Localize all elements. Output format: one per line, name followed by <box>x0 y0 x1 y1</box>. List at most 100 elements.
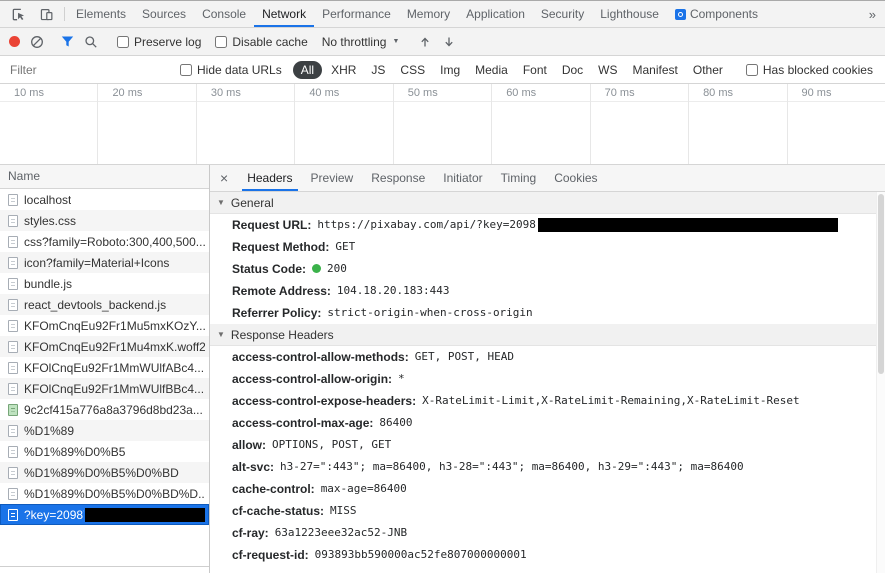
request-row[interactable]: bundle.js <box>0 273 209 294</box>
devtools-tab[interactable]: Application <box>458 1 533 27</box>
header-value: * <box>398 372 405 385</box>
preserve-log-checkbox[interactable]: Preserve log <box>117 35 201 49</box>
timeline-tick-label: 20 ms <box>112 87 143 99</box>
filter-input[interactable] <box>8 61 167 78</box>
scrollbar-thumb[interactable] <box>878 194 884 374</box>
checkbox[interactable] <box>745 63 758 76</box>
filter-pill[interactable]: CSS <box>394 61 431 79</box>
filter-pill[interactable]: Manifest <box>627 61 684 79</box>
devtools-tab[interactable]: Memory <box>399 1 458 27</box>
request-row[interactable]: %D1%89%D0%B5%D0%BD%D... <box>0 483 209 504</box>
checkbox[interactable] <box>215 35 228 48</box>
import-har-button[interactable] <box>413 35 437 49</box>
export-har-button[interactable] <box>437 35 461 49</box>
header-value: OPTIONS, POST, GET <box>272 438 392 451</box>
network-overview[interactable]: 10 ms 20 ms 30 ms 40 ms 50 ms 60 ms 70 m… <box>0 84 885 165</box>
request-row[interactable]: KFOmCnqEu92Fr1Mu5mxKOzY... <box>0 315 209 336</box>
request-row[interactable]: KFOlCnqEu92Fr1MmWUlfBBc4... <box>0 378 209 399</box>
request-row[interactable]: %D1%89%D0%B5 <box>0 441 209 462</box>
request-name: localhost <box>24 192 72 207</box>
timeline-tick-label: 70 ms <box>604 87 635 99</box>
header-row: alt-svc: h3-27=":443"; ma=86400, h3-28="… <box>210 456 885 478</box>
header-row: cache-control: max-age=86400 <box>210 478 885 500</box>
network-toolbar: Preserve log Disable cache No throttling… <box>0 28 885 56</box>
filter-pill[interactable]: WS <box>592 61 623 79</box>
request-row[interactable]: localhost <box>0 189 209 210</box>
filter-pill[interactable]: Img <box>434 61 466 79</box>
has-blocked-cookies-checkbox[interactable]: Has blocked cookies <box>745 63 873 77</box>
device-toolbar-icon[interactable] <box>34 7 59 22</box>
preserve-log-label: Preserve log <box>134 34 202 49</box>
details-tab[interactable]: Cookies <box>545 165 606 191</box>
timeline-tick-label: 40 ms <box>309 87 340 99</box>
filter-toggle-button[interactable] <box>56 35 79 48</box>
request-row[interactable]: react_devtools_backend.js <box>0 294 209 315</box>
filter-pill[interactable]: Media <box>469 61 514 79</box>
devtools-tab[interactable]: Security <box>533 1 592 27</box>
request-row[interactable]: icon?family=Material+Icons <box>0 252 209 273</box>
request-row[interactable]: css?family=Roboto:300,400,500... <box>0 231 209 252</box>
timeline-segment: 80 ms <box>688 84 786 164</box>
request-name: styles.css <box>24 213 77 228</box>
more-tabs-icon[interactable]: » <box>860 1 885 27</box>
filter-pill[interactable]: Font <box>517 61 553 79</box>
close-icon[interactable]: × <box>210 165 238 191</box>
filter-pill[interactable]: All <box>292 60 323 79</box>
header-row: Request Method: GET <box>210 236 885 258</box>
request-type-filters: All XHR JS CSS Img Media Font Doc WS Man… <box>292 60 729 79</box>
components-icon <box>674 8 686 20</box>
devtools-tab[interactable]: Sources <box>134 1 194 27</box>
devtools-tab[interactable]: Performance <box>314 1 399 27</box>
header-row: cf-ray: 63a1223eee32ac52-JNB <box>210 522 885 544</box>
timeline-segment: 70 ms <box>589 84 688 164</box>
checkbox[interactable] <box>180 63 192 76</box>
inspect-element-icon[interactable] <box>6 7 31 22</box>
hide-data-urls-checkbox[interactable]: Hide data URLs <box>180 63 282 77</box>
filter-pill[interactable]: JS <box>365 61 391 79</box>
tab-label: Application <box>466 7 525 21</box>
response-headers-section-header[interactable]: ▼ Response Headers <box>210 324 885 346</box>
summary-bar-edge <box>0 566 209 573</box>
request-row[interactable]: 9c2cf415a776a8a3796d8bd23a... <box>0 399 209 420</box>
scrollbar[interactable] <box>876 192 885 573</box>
details-tab[interactable]: Headers <box>238 165 301 191</box>
general-section-header[interactable]: ▼ General <box>210 192 885 214</box>
filter-pill[interactable]: Doc <box>556 61 589 79</box>
request-row[interactable]: styles.css <box>0 210 209 231</box>
file-icon <box>8 298 18 311</box>
devtools-tab[interactable]: Console <box>194 1 254 27</box>
record-button[interactable] <box>4 36 25 47</box>
details-tab[interactable]: Timing <box>492 165 546 191</box>
request-row[interactable]: KFOlCnqEu92Fr1MmWUlfABc4... <box>0 357 209 378</box>
filter-pill[interactable]: XHR <box>325 61 362 79</box>
name-column-header[interactable]: Name <box>0 165 209 189</box>
clear-button[interactable] <box>25 35 49 49</box>
devtools-window: Elements Sources Console Network Perform… <box>0 0 885 573</box>
request-row[interactable]: %D1%89 <box>0 420 209 441</box>
checkbox[interactable] <box>117 35 129 48</box>
details-tab[interactable]: Initiator <box>434 165 491 191</box>
timeline-segment: 50 ms <box>392 84 491 164</box>
details-tab[interactable]: Response <box>362 165 434 191</box>
timeline-segment: 40 ms <box>294 84 392 164</box>
timeline-segment: 30 ms <box>195 84 294 164</box>
disable-cache-checkbox[interactable]: Disable cache <box>215 35 308 49</box>
throttling-select[interactable]: No throttling ▼ <box>322 35 400 49</box>
request-row[interactable]: KFOmCnqEu92Fr1Mu4mxK.woff2 <box>0 336 209 357</box>
request-row[interactable]: ?key=2098741 <box>0 504 209 525</box>
request-name: KFOlCnqEu92Fr1MmWUlfBBc4... <box>24 381 205 396</box>
tab-label: Sources <box>142 7 187 21</box>
devtools-tab[interactable]: Network <box>254 1 315 27</box>
header-name: access-control-expose-headers: <box>232 394 417 408</box>
devtools-tab[interactable]: Components <box>667 1 766 27</box>
request-row[interactable]: %D1%89%D0%B5%D0%BD <box>0 462 209 483</box>
devtools-tab[interactable]: Lighthouse <box>592 1 667 27</box>
headers-content: ▼ General Request URL: https://pixabay.c… <box>210 192 885 573</box>
header-value: 86400 <box>379 416 413 429</box>
devtools-tab[interactable]: Elements <box>68 1 134 27</box>
details-tab[interactable]: Preview <box>302 165 363 191</box>
devtools-quick-icons <box>0 1 61 27</box>
search-button[interactable] <box>79 35 103 49</box>
filter-pill[interactable]: Other <box>687 61 729 79</box>
chevron-down-icon: ▼ <box>392 38 400 45</box>
